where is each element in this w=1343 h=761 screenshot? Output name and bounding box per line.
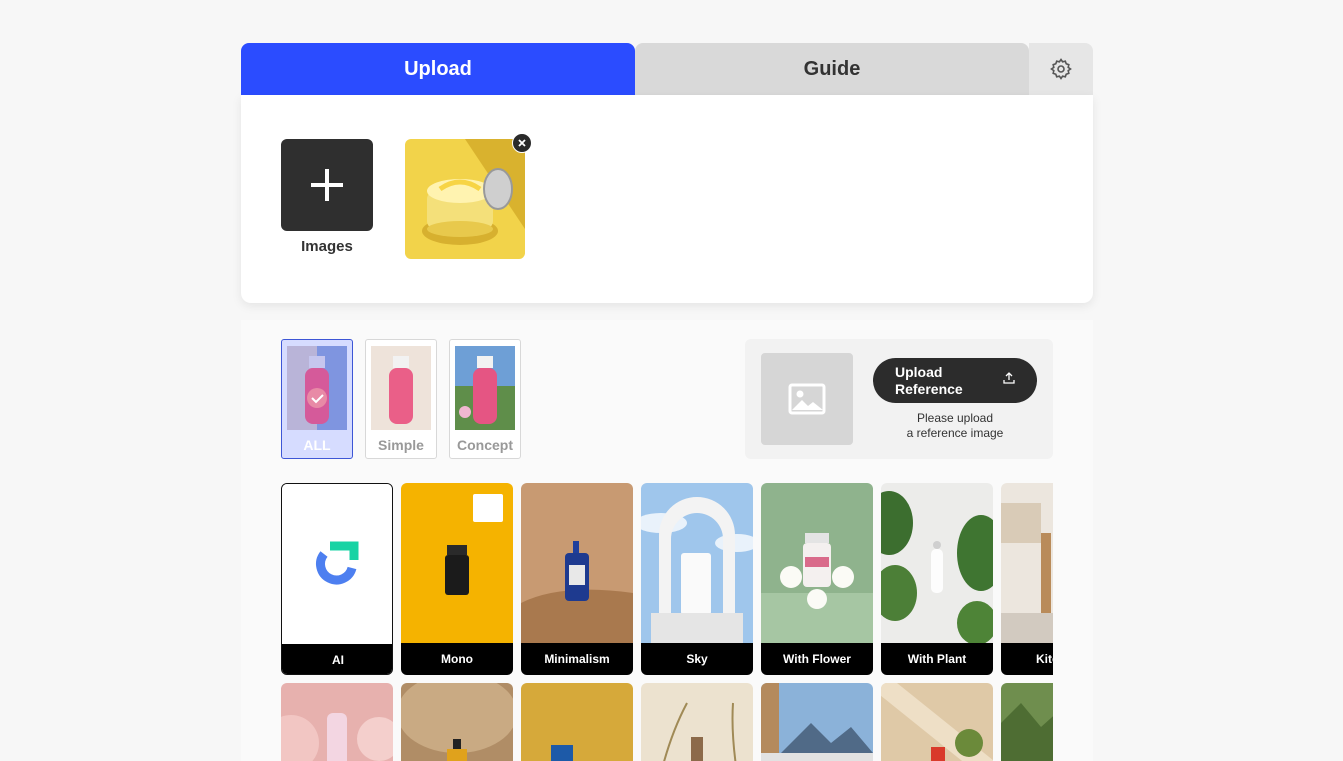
minimalism-preview [521,483,633,643]
filter-concept-image [455,346,515,430]
filter-concept-label: Concept [457,437,513,453]
tab-upload-label: Upload [404,57,472,80]
tab-bar: Upload Guide [241,43,1093,95]
style-card-minimalism[interactable]: Minimalism [521,483,633,675]
remove-image-button[interactable] [512,133,532,153]
style-card-row2-5[interactable] [761,683,873,761]
style-grid: AI Mono Minimalism Sky With Flower With … [281,483,1053,761]
style-card-sky[interactable]: Sky [641,483,753,675]
uploaded-image-thumbnail[interactable] [405,139,525,259]
upload-icon [1003,372,1015,384]
filter-simple-image [371,346,431,430]
with-plant-preview [881,483,993,643]
style-card-row2-7[interactable] [1001,683,1053,761]
style-label-minimalism: Minimalism [521,643,633,675]
add-images-button[interactable] [281,139,373,231]
style-label-with-flower: With Flower [761,643,873,675]
reference-note: Please upload a reference image [873,411,1037,441]
filter-all-label: ALL [303,437,331,453]
style-card-row2-2[interactable] [401,683,513,761]
style-card-mono[interactable]: Mono [401,483,513,675]
reference-note-line2: a reference image [906,426,1004,440]
upload-reference-label-1: Upload [895,364,943,380]
style-label-mono: Mono [401,643,513,675]
filter-simple[interactable]: Simple [365,339,437,459]
plus-icon [311,169,343,201]
settings-button[interactable] [1029,43,1093,95]
style-card-row2-3[interactable] [521,683,633,761]
reference-upload-panel: Upload Reference Please upload a referen… [745,339,1053,459]
filter-simple-label: Simple [378,437,424,453]
tab-guide[interactable]: Guide [635,43,1029,95]
style-label-with-plant: With Plant [881,643,993,675]
kitchen-preview [1001,483,1053,643]
upload-panel: Images [241,95,1093,303]
reference-note-line1: Please upload [916,411,994,425]
mono-preview [401,483,513,643]
ai-logo-icon [282,484,392,644]
reference-image-placeholder[interactable] [761,353,853,445]
with-flower-preview [761,483,873,643]
filter-all-image [287,346,347,430]
style-card-ai[interactable]: AI [281,483,393,675]
style-card-kitchen[interactable]: Kitchen [1001,483,1053,675]
style-card-row2-1[interactable] [281,683,393,761]
style-card-with-flower[interactable]: With Flower [761,483,873,675]
style-card-row2-4[interactable] [641,683,753,761]
style-card-row2-6[interactable] [881,683,993,761]
sky-preview [641,483,753,643]
tab-upload[interactable]: Upload [241,43,635,95]
upload-reference-label-2: Reference [895,381,963,397]
gear-icon [1050,58,1072,80]
style-label-kitchen: Kitchen [1001,643,1053,675]
style-label-ai: AI [282,644,392,674]
filter-concept[interactable]: Concept [449,339,521,459]
close-icon [518,139,526,147]
image-icon [788,383,826,415]
style-label-sky: Sky [641,643,753,675]
upload-reference-button[interactable]: Upload Reference [873,358,1037,403]
style-card-with-plant[interactable]: With Plant [881,483,993,675]
tab-guide-label: Guide [803,57,861,80]
filter-all[interactable]: ALL [281,339,353,459]
add-images-label: Images [301,238,353,255]
